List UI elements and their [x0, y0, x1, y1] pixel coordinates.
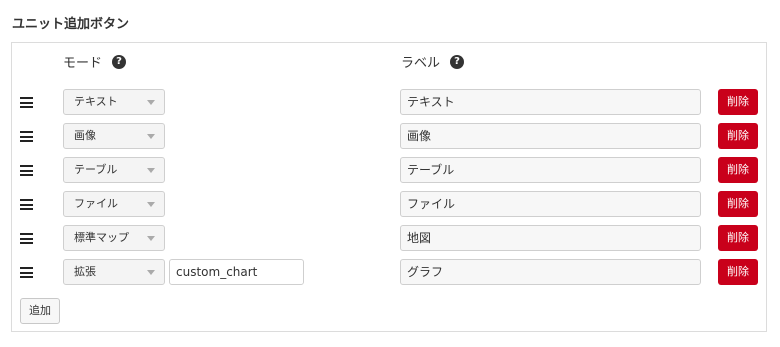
mode-select[interactable]: ファイル: [63, 191, 165, 217]
unit-panel: [11, 42, 767, 332]
mode-select[interactable]: 画像: [63, 123, 165, 149]
mode-select-value: ファイル: [74, 197, 118, 210]
unit-row: 拡張 custom_chart グラフ 削除: [0, 259, 780, 287]
mode-select-value: テーブル: [74, 163, 118, 176]
delete-button[interactable]: 削除: [718, 191, 758, 217]
mode-column-header: モード ?: [63, 52, 127, 71]
caret-down-icon: [147, 100, 155, 105]
add-button[interactable]: 追加: [20, 298, 60, 324]
mode-select-value: 拡張: [74, 265, 96, 278]
mode-select-value: 画像: [74, 129, 96, 142]
label-input[interactable]: ファイル: [400, 191, 701, 217]
section-title: ユニット追加ボタン: [12, 17, 130, 32]
extension-name-input[interactable]: custom_chart: [169, 259, 304, 285]
drag-handle-icon[interactable]: [20, 233, 33, 244]
unit-row: ファイル ファイル 削除: [0, 191, 780, 219]
caret-down-icon: [147, 236, 155, 241]
delete-button[interactable]: 削除: [718, 225, 758, 251]
help-icon[interactable]: ?: [450, 54, 465, 69]
mode-select[interactable]: テキスト: [63, 89, 165, 115]
caret-down-icon: [147, 270, 155, 275]
drag-handle-icon[interactable]: [20, 199, 33, 210]
delete-button[interactable]: 削除: [718, 89, 758, 115]
label-input[interactable]: 画像: [400, 123, 701, 149]
label-column-header: ラベル ?: [401, 52, 465, 71]
mode-select-value: 標準マップ: [74, 231, 129, 244]
drag-handle-icon[interactable]: [20, 131, 33, 142]
unit-row: 画像 画像 削除: [0, 123, 780, 151]
label-input[interactable]: 地図: [400, 225, 701, 251]
label-input[interactable]: テーブル: [400, 157, 701, 183]
unit-row: テキスト テキスト 削除: [0, 89, 780, 117]
mode-select[interactable]: 標準マップ: [63, 225, 165, 251]
label-input[interactable]: グラフ: [400, 259, 701, 285]
delete-button[interactable]: 削除: [718, 157, 758, 183]
help-icon[interactable]: ?: [112, 54, 127, 69]
unit-row: テーブル テーブル 削除: [0, 157, 780, 185]
caret-down-icon: [147, 134, 155, 139]
mode-header-label: モード: [63, 56, 103, 71]
delete-button[interactable]: 削除: [718, 123, 758, 149]
mode-select-value: テキスト: [74, 95, 118, 108]
drag-handle-icon[interactable]: [20, 165, 33, 176]
mode-select[interactable]: 拡張: [63, 259, 165, 285]
drag-handle-icon[interactable]: [20, 267, 33, 278]
label-input[interactable]: テキスト: [400, 89, 701, 115]
caret-down-icon: [147, 168, 155, 173]
label-header-label: ラベル: [401, 56, 441, 71]
mode-select[interactable]: テーブル: [63, 157, 165, 183]
delete-button[interactable]: 削除: [718, 259, 758, 285]
unit-row: 標準マップ 地図 削除: [0, 225, 780, 253]
caret-down-icon: [147, 202, 155, 207]
drag-handle-icon[interactable]: [20, 97, 33, 108]
